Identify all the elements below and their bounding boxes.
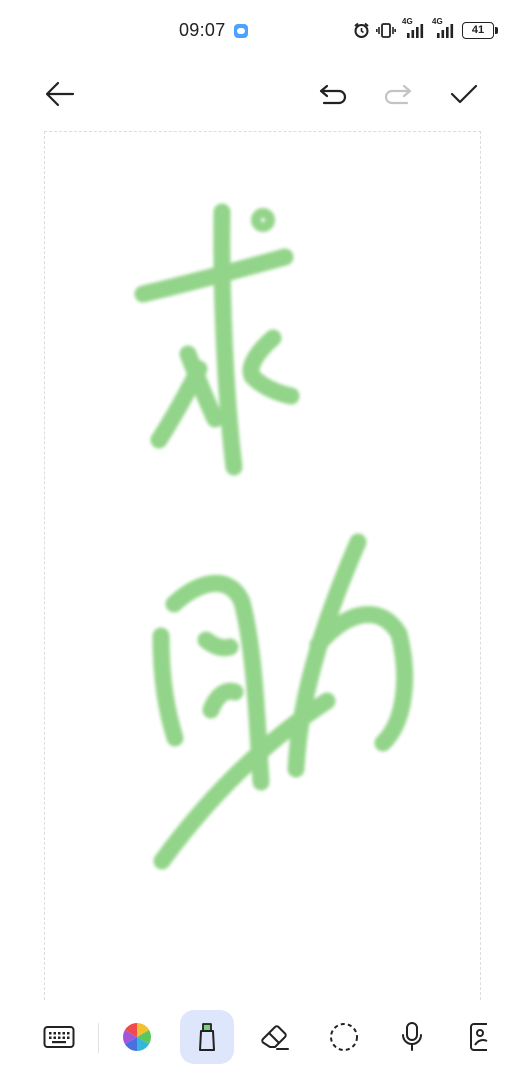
redo-icon — [384, 84, 412, 105]
highlighter-pen-icon — [199, 1023, 215, 1051]
color-picker-button[interactable] — [110, 1010, 164, 1064]
redo-button[interactable] — [378, 74, 418, 114]
signal-sim1: 4G — [402, 17, 426, 39]
handwriting-strokes — [134, 203, 414, 870]
signal-bars-icon — [407, 24, 424, 38]
undo-button[interactable] — [313, 74, 353, 114]
image-insert-icon — [470, 1023, 488, 1051]
color-palette-icon — [123, 1023, 151, 1051]
notification-app-icon — [234, 24, 248, 38]
eraser-icon — [261, 1025, 289, 1050]
keyboard-button[interactable] — [32, 1010, 86, 1064]
undo-icon — [319, 84, 347, 105]
status-bar: 09:07 4G 4G 41 — [0, 0, 524, 62]
battery-level: 41 — [471, 24, 485, 36]
bottom-toolbar — [0, 1004, 524, 1070]
status-time: 09:07 — [179, 20, 226, 40]
status-icons: 4G 4G 41 — [353, 17, 498, 40]
done-button[interactable] — [444, 74, 484, 114]
lasso-select-button[interactable] — [317, 1010, 371, 1064]
drawing-canvas[interactable] — [44, 131, 481, 1000]
top-toolbar — [0, 62, 524, 126]
lasso-select-icon — [330, 1023, 358, 1051]
alarm-icon — [354, 22, 369, 38]
keyboard-icon — [43, 1026, 75, 1048]
signal-bars-icon — [437, 24, 454, 38]
check-icon — [450, 84, 478, 104]
vibrate-icon — [376, 22, 396, 38]
signal-sim2: 4G — [432, 17, 456, 39]
arrow-left-icon — [45, 81, 75, 107]
insert-image-button[interactable] — [452, 1010, 506, 1064]
microphone-icon — [402, 1022, 422, 1051]
back-button[interactable] — [40, 74, 80, 114]
highlighter-pen-button[interactable] — [180, 1010, 234, 1064]
toolbar-divider — [98, 1023, 99, 1053]
voice-input-button[interactable] — [385, 1010, 439, 1064]
battery-indicator: 41 — [462, 21, 498, 39]
eraser-button[interactable] — [248, 1010, 302, 1064]
